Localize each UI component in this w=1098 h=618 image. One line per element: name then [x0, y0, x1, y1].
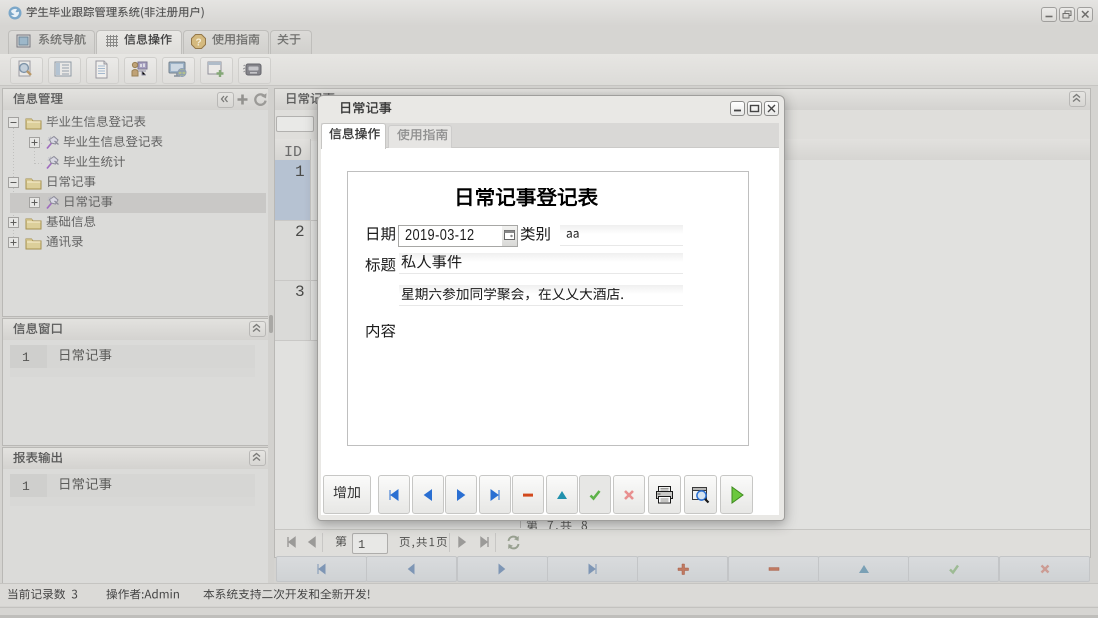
- svg-text:?: ?: [195, 38, 201, 49]
